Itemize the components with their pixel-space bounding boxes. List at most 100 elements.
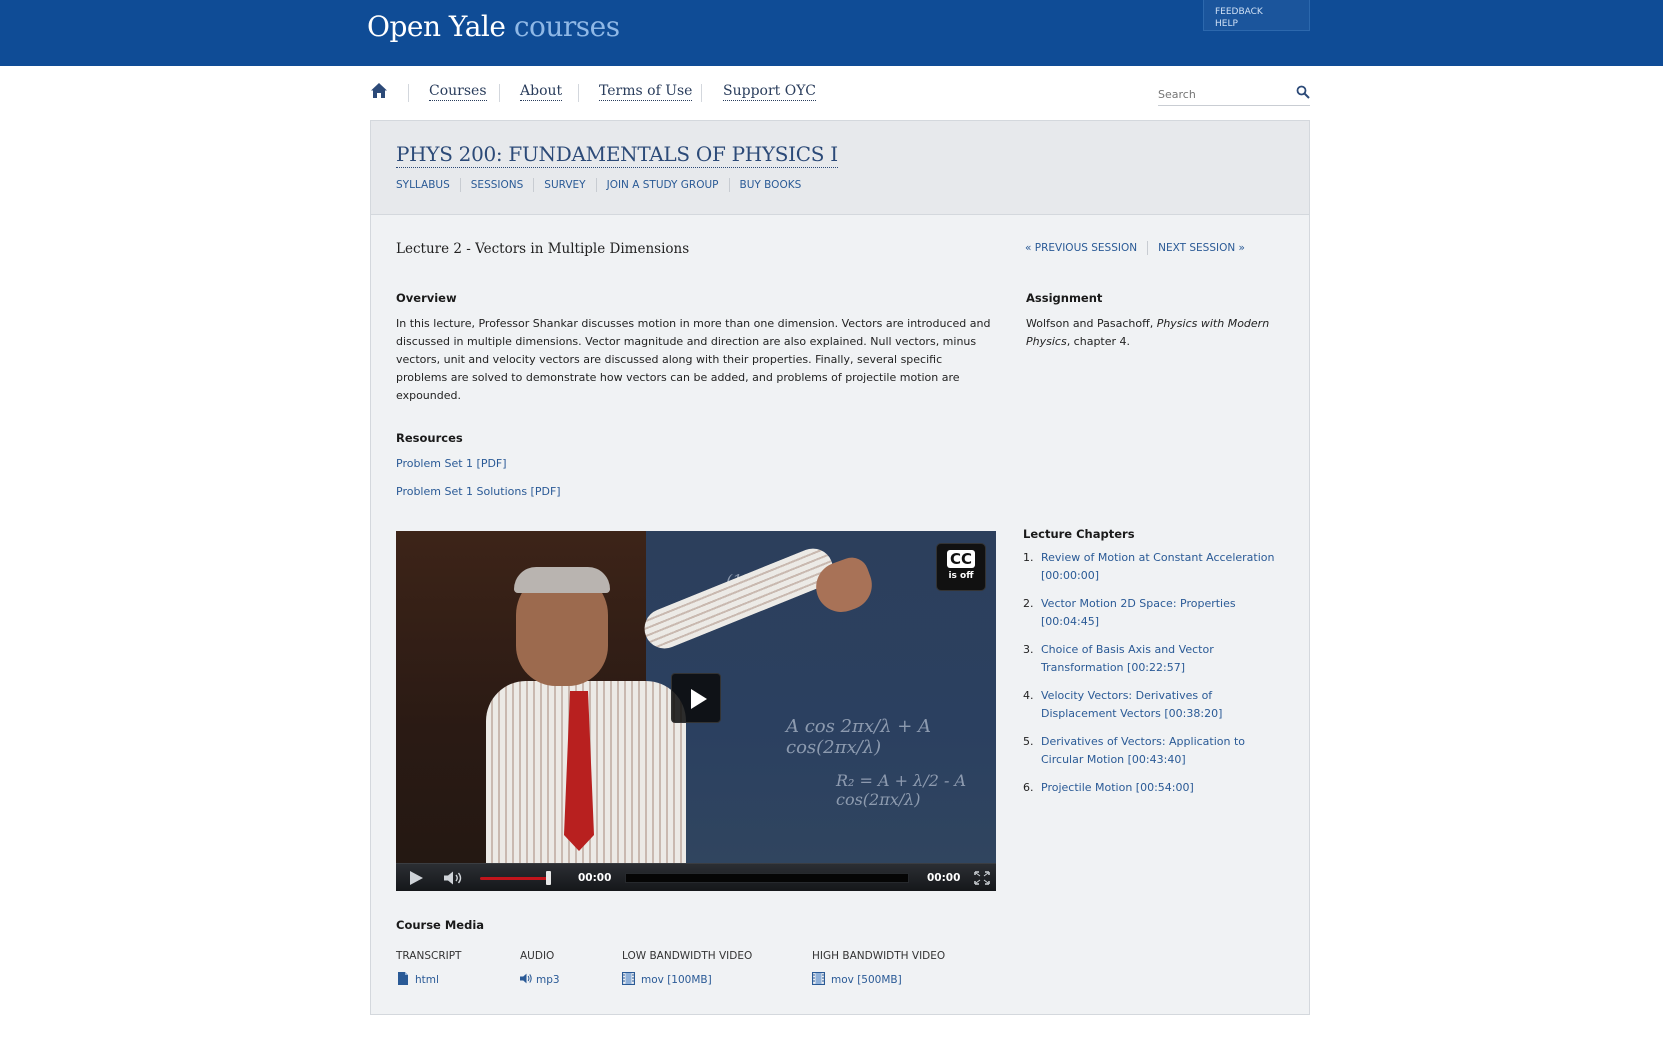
cc-status: is off bbox=[948, 571, 974, 581]
overview-heading: Overview bbox=[396, 291, 457, 305]
media-link-text[interactable]: mov [500MB] bbox=[831, 974, 902, 986]
nav-item-about[interactable]: About bbox=[520, 82, 563, 101]
list-item: 3. Choice of Basis Axis and Vector Transf… bbox=[1023, 641, 1283, 677]
video-player[interactable]: A cos 2πx/λ + A cos(2πx/λ) R₂ = A + λ/2 … bbox=[396, 531, 996, 891]
media-label: AUDIO bbox=[520, 950, 555, 962]
search-input[interactable] bbox=[1158, 86, 1282, 102]
closed-captions-toggle[interactable]: CC is off bbox=[936, 543, 986, 591]
chapter-number: 6. bbox=[1023, 781, 1034, 794]
logo-accent: courses bbox=[513, 10, 620, 43]
course-subnav: SYLLABUS SESSIONS SURVEY JOIN A STUDY GR… bbox=[396, 178, 811, 192]
course-title[interactable]: PHYS 200: FUNDAMENTALS OF PHYSICS I bbox=[396, 141, 838, 168]
course-header: PHYS 200: FUNDAMENTALS OF PHYSICS I SYLL… bbox=[371, 121, 1309, 215]
assignment-suffix: , chapter 4. bbox=[1066, 335, 1131, 348]
media-label: HIGH BANDWIDTH VIDEO bbox=[812, 950, 946, 962]
site-logo[interactable]: Open Yale courses bbox=[367, 10, 620, 43]
chalk-writing: R₂ = A + λ/2 - A cos(2πx/λ) bbox=[836, 771, 967, 809]
big-play-button[interactable] bbox=[671, 673, 721, 723]
media-link-high-video[interactable]: mov [500MB] bbox=[812, 972, 945, 987]
chapter-link[interactable]: Vector Motion 2D Space: Properties [00:0… bbox=[1041, 597, 1236, 628]
chapter-number: 4. bbox=[1023, 689, 1034, 702]
nav-divider bbox=[578, 84, 579, 102]
chapter-link[interactable]: Projectile Motion [00:54:00] bbox=[1041, 781, 1194, 794]
speaker-icon bbox=[520, 973, 532, 984]
chalk-writing: A cos 2πx/λ + A cos(2πx/λ) bbox=[786, 716, 932, 758]
assignment-text: Wolfson and Pasachoff, Physics with Mode… bbox=[1026, 315, 1286, 351]
nav-item-support-oyc[interactable]: Support OYC bbox=[723, 82, 816, 101]
fullscreen-icon[interactable] bbox=[974, 871, 990, 885]
course-panel: PHYS 200: FUNDAMENTALS OF PHYSICS I SYLL… bbox=[370, 120, 1310, 1015]
nav-divider bbox=[499, 84, 500, 102]
media-label: LOW BANDWIDTH VIDEO bbox=[622, 950, 753, 962]
chapter-link[interactable]: Derivatives of Vectors: Application to C… bbox=[1041, 735, 1245, 766]
feedback-link[interactable]: FEEDBACK bbox=[1215, 6, 1309, 18]
subnav-buy-books[interactable]: BUY BOOKS bbox=[728, 178, 812, 192]
chapter-link[interactable]: Review of Motion at Constant Acceleratio… bbox=[1041, 551, 1274, 582]
list-item: 5. Derivatives of Vectors: Application to… bbox=[1023, 733, 1283, 769]
nav-item-terms-of-use[interactable]: Terms of Use bbox=[599, 82, 693, 101]
resource-link-problem-set[interactable]: Problem Set 1 [PDF] bbox=[396, 457, 507, 471]
video-controls: 00:00 00:00 bbox=[396, 863, 996, 891]
media-link-transcript[interactable]: html bbox=[396, 972, 461, 987]
logo-main: Open Yale bbox=[367, 10, 506, 43]
media-link-low-video[interactable]: mov [100MB] bbox=[622, 972, 752, 987]
subnav-sessions[interactable]: SESSIONS bbox=[459, 178, 534, 192]
chapter-number: 1. bbox=[1023, 551, 1034, 564]
nav-item-courses[interactable]: Courses bbox=[429, 82, 487, 101]
cc-icon: CC bbox=[946, 550, 976, 568]
volume-icon[interactable] bbox=[443, 871, 465, 885]
volume-handle[interactable] bbox=[546, 871, 551, 885]
search-icon[interactable] bbox=[1296, 85, 1310, 99]
media-link-text[interactable]: html bbox=[415, 974, 439, 986]
chapters-list: 1. Review of Motion at Constant Accelerat… bbox=[1023, 549, 1283, 807]
previous-session-link[interactable]: « PREVIOUS SESSION bbox=[1025, 241, 1147, 255]
chapter-number: 5. bbox=[1023, 735, 1034, 748]
media-label: TRANSCRIPT bbox=[396, 950, 462, 962]
chapter-number: 3. bbox=[1023, 643, 1034, 656]
list-item: 4. Velocity Vectors: Derivatives of Displ… bbox=[1023, 687, 1283, 723]
resource-link-problem-set-solutions[interactable]: Problem Set 1 Solutions [PDF] bbox=[396, 485, 561, 499]
media-low-bandwidth-video: LOW BANDWIDTH VIDEO mov [100MB] bbox=[622, 949, 752, 987]
subnav-survey[interactable]: SURVEY bbox=[533, 178, 595, 192]
film-icon bbox=[622, 972, 635, 985]
chapter-link[interactable]: Velocity Vectors: Derivatives of Displac… bbox=[1041, 689, 1222, 720]
video-frame: A cos 2πx/λ + A cos(2πx/λ) R₂ = A + λ/2 … bbox=[396, 531, 996, 871]
nav-divider bbox=[408, 84, 409, 102]
media-link-text[interactable]: mp3 bbox=[536, 974, 560, 986]
media-link-audio[interactable]: mp3 bbox=[520, 972, 560, 987]
list-item: 6. Projectile Motion [00:54:00] bbox=[1023, 779, 1283, 797]
subnav-syllabus[interactable]: SYLLABUS bbox=[396, 178, 460, 192]
list-item: 1. Review of Motion at Constant Accelerat… bbox=[1023, 549, 1283, 585]
overview-text: In this lecture, Professor Shankar discu… bbox=[396, 317, 991, 402]
session-nav: « PREVIOUS SESSION NEXT SESSION » bbox=[1025, 241, 1255, 255]
chapters-heading: Lecture Chapters bbox=[1023, 527, 1135, 541]
next-session-link[interactable]: NEXT SESSION » bbox=[1147, 241, 1255, 255]
resources-heading: Resources bbox=[396, 431, 463, 445]
film-icon bbox=[812, 972, 825, 985]
site-header: Open Yale courses FEEDBACK HELP bbox=[0, 0, 1663, 66]
assignment-prefix: Wolfson and Pasachoff, bbox=[1026, 317, 1157, 330]
course-media-heading: Course Media bbox=[396, 918, 485, 932]
seek-bar[interactable] bbox=[625, 873, 909, 883]
help-link[interactable]: HELP bbox=[1215, 18, 1309, 30]
lecture-title: Lecture 2 - Vectors in Multiple Dimensio… bbox=[396, 241, 690, 257]
feedback-help-box: FEEDBACK HELP bbox=[1203, 0, 1310, 31]
chapter-number: 2. bbox=[1023, 597, 1034, 610]
current-time: 00:00 bbox=[578, 872, 612, 884]
play-icon[interactable] bbox=[410, 871, 423, 885]
chapter-link[interactable]: Choice of Basis Axis and Vector Transfor… bbox=[1041, 643, 1214, 674]
nav-divider bbox=[701, 84, 702, 102]
assignment-heading: Assignment bbox=[1026, 291, 1103, 305]
lecturer-hair bbox=[514, 567, 610, 593]
volume-slider[interactable] bbox=[480, 877, 548, 880]
list-item: 2. Vector Motion 2D Space: Properties [00… bbox=[1023, 595, 1283, 631]
subnav-join-study-group[interactable]: JOIN A STUDY GROUP bbox=[595, 178, 729, 192]
media-transcript: TRANSCRIPT html bbox=[396, 949, 461, 987]
total-time: 00:00 bbox=[927, 872, 961, 884]
main-nav: Courses About Terms of Use Support OYC bbox=[370, 82, 1310, 106]
search-box bbox=[1158, 82, 1310, 106]
home-icon[interactable] bbox=[370, 82, 388, 100]
document-icon bbox=[398, 972, 408, 985]
media-audio: AUDIO mp3 bbox=[520, 949, 560, 987]
media-link-text[interactable]: mov [100MB] bbox=[641, 974, 712, 986]
